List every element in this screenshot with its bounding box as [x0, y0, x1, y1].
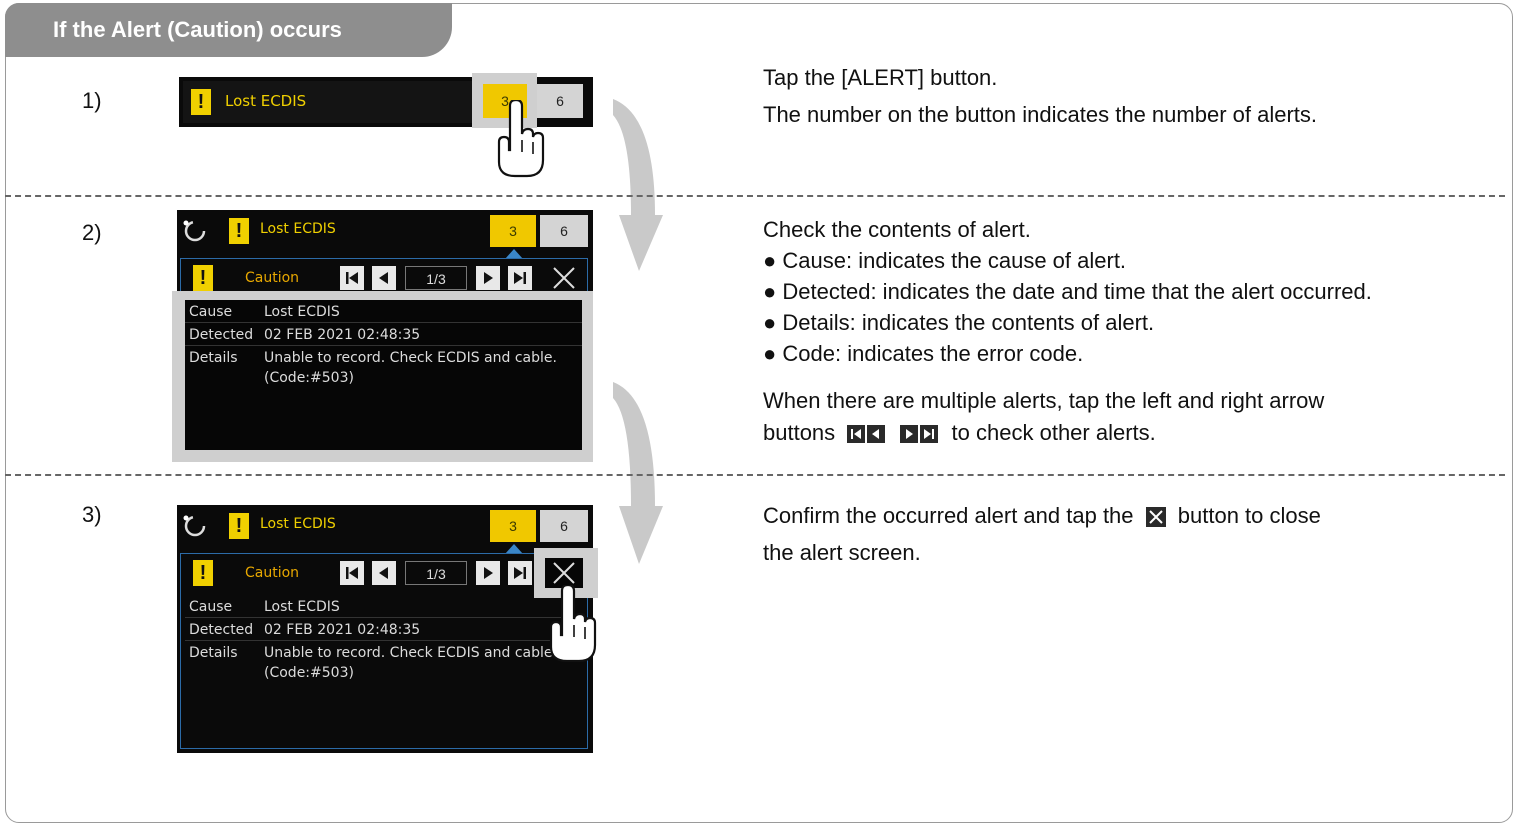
spinner-icon [183, 515, 206, 537]
severity-label: Caution [245, 270, 300, 286]
step-number: 2) [82, 220, 102, 245]
row-value: Unable to record. Check ECDIS and cable. [264, 645, 557, 661]
page-indicator: 1/3 [405, 266, 467, 290]
row-label: Cause [189, 599, 233, 615]
step2-instructions: Check the contents of alert. ● Cause: in… [763, 217, 1372, 445]
curved-arrow-icon [613, 99, 663, 271]
code-line: (Code:#503) [264, 665, 354, 681]
warning-icon: ! [229, 218, 249, 244]
close-icon[interactable] [551, 560, 577, 586]
next-icon[interactable] [476, 266, 500, 290]
first-icon [847, 425, 866, 444]
next-icon[interactable] [476, 561, 500, 585]
row-value: 02 FEB 2021 02:48:35 [264, 327, 421, 343]
close-icon[interactable] [551, 265, 577, 291]
hand-pointer-icon [497, 100, 545, 178]
warning-icon: ! [229, 513, 249, 539]
step3-instructions: Confirm the occurred alert and tap the b… [763, 503, 1321, 565]
last-icon [920, 425, 939, 444]
first-icon[interactable] [340, 266, 364, 290]
row-label: Details [189, 350, 238, 366]
row-value: 02 FEB 2021 02:48:35 [264, 622, 421, 638]
warning-icon: ! [193, 560, 213, 586]
prev-icon[interactable] [372, 266, 396, 290]
step-divider [5, 474, 1505, 476]
alert-bar-text: Lost ECDIS [260, 516, 336, 532]
step1-instructions: Tap the [ALERT] button. The number on th… [763, 65, 1317, 127]
alert-count-button[interactable]: 3 [490, 215, 536, 247]
row-label: Cause [189, 304, 233, 320]
alert-bar-text: Lost ECDIS [225, 92, 307, 110]
last-icon[interactable] [508, 561, 532, 585]
prev-icon[interactable] [372, 561, 396, 585]
step-divider [5, 195, 1505, 197]
code-line: (Code:#503) [264, 370, 354, 386]
close-icon [1145, 507, 1166, 528]
row-label: Details [189, 645, 238, 661]
row-value: Lost ECDIS [264, 304, 340, 320]
warning-icon: ! [191, 89, 211, 115]
other-count-button[interactable]: 6 [540, 510, 588, 542]
next-icon [900, 425, 919, 444]
alert-count-button[interactable]: 3 [490, 510, 536, 542]
row-label: Detected [189, 622, 254, 638]
other-count-button[interactable]: 6 [540, 215, 588, 247]
last-icon[interactable] [508, 266, 532, 290]
page-indicator: 1/3 [405, 561, 467, 585]
warning-icon: ! [193, 265, 213, 291]
step-number: 3) [82, 502, 102, 527]
first-icon[interactable] [340, 561, 364, 585]
row-value: Unable to record. Check ECDIS and cable. [264, 350, 557, 366]
section-title: If the Alert (Caution) occurs [5, 3, 452, 57]
row-value: Lost ECDIS [264, 599, 340, 615]
row-label: Detected [189, 327, 254, 343]
severity-label: Caution [245, 565, 300, 581]
step-number: 1) [82, 88, 102, 113]
prev-icon [867, 425, 886, 444]
curved-arrow-icon [613, 382, 663, 564]
alert-bar-text: Lost ECDIS [260, 221, 336, 237]
hand-pointer-icon [549, 585, 597, 663]
spinner-icon [183, 220, 206, 242]
